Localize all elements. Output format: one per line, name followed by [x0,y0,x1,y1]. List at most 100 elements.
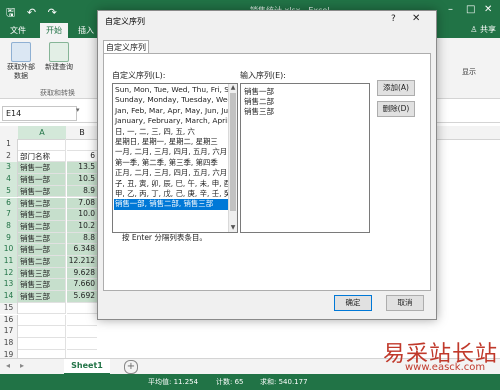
add-button[interactable]: 添加(A) [377,80,415,96]
column-header-b[interactable]: B [67,126,97,139]
get-external-data-button[interactable]: 获取外部数据 [4,42,38,81]
row-header[interactable]: 5 [0,185,18,198]
row-header[interactable]: 12 [0,267,18,280]
scroll-up-icon[interactable]: ▲ [229,84,237,91]
custom-list-item[interactable]: Sun, Mon, Tue, Wed, Thu, Fri, Sat [114,85,228,95]
cell-a[interactable]: 销售二部 [18,220,66,233]
tab-custom-lists[interactable]: 自定义序列 [103,40,149,54]
list-entries-label: 输入序列(E): [240,71,286,80]
add-sheet-button[interactable]: + [124,360,138,374]
custom-list-item[interactable]: 子, 丑, 寅, 卯, 辰, 巳, 午, 未, 申, 酉 [114,179,228,189]
cell-b[interactable]: 10.2 [67,220,97,233]
ok-button[interactable]: 确定 [334,295,372,311]
maximize-icon[interactable]: □ [466,4,475,15]
cell-a[interactable] [18,326,66,338]
row-header[interactable]: 9 [0,232,18,245]
scroll-down-icon[interactable]: ▼ [229,224,237,231]
cell-b[interactable]: 7.08 [67,197,97,210]
cell-a[interactable] [18,139,66,151]
name-box[interactable]: E14 [2,106,77,121]
cell-b[interactable]: 8.9 [67,185,97,198]
table-icon [49,42,69,62]
cell-b[interactable] [67,139,97,151]
cell-a[interactable]: 销售二部 [18,209,66,221]
cell-a[interactable]: 销售二部 [18,232,66,245]
cell-a[interactable]: 销售一部 [18,185,66,198]
cell-b[interactable]: 10.5 [67,174,97,186]
cell-b[interactable]: 6.348 [67,244,97,256]
cell-b[interactable]: 9.628 [67,267,97,280]
row-header[interactable]: 4 [0,174,18,186]
cell-b[interactable] [67,326,97,338]
custom-list-item[interactable]: 一月, 二月, 三月, 四月, 五月, 六月 [114,147,228,157]
cell-a[interactable]: 部门名称 [18,150,66,163]
cell-b[interactable]: 6 [67,151,97,163]
cell-b[interactable]: 5.692 [67,291,97,303]
delete-button[interactable]: 删除(D) [377,101,415,117]
show-label[interactable]: 显示 [462,68,476,77]
row-header[interactable]: 8 [0,220,18,233]
share-button[interactable]: ♙ 共享 [470,24,496,35]
dialog-close-icon[interactable]: ✕ [412,13,420,24]
quick-access-toolbar[interactable]: 🖫 ↶ ↷ [6,4,61,23]
row-header[interactable]: 16 [0,314,18,327]
custom-list-item[interactable]: January, February, March, April [114,116,228,126]
cell-a[interactable]: 销售一部 [18,244,66,256]
cell-b[interactable]: 12.212 [67,256,97,268]
custom-list-item[interactable]: Jan, Feb, Mar, Apr, May, Jun, Jul [114,106,228,116]
cell-b[interactable] [67,338,97,350]
help-icon[interactable]: ? [391,14,396,24]
row-header[interactable]: 11 [0,256,18,268]
list-entries-textarea[interactable]: 销售一部 销售二部 销售三部 [240,83,370,233]
database-icon [11,42,31,62]
scroll-left-icon[interactable]: ◂ [6,361,10,370]
cell-b[interactable]: 13.5 [67,162,97,175]
cell-a[interactable]: 销售三部 [18,267,66,280]
new-query-button[interactable]: 新建查询 [44,42,74,72]
sheet-tab[interactable]: Sheet1 [64,359,110,375]
cell-a[interactable]: 销售二部 [18,256,66,268]
cell-b[interactable]: 8.8 [67,232,97,245]
row-header[interactable]: 3 [0,162,18,175]
row-header[interactable]: 17 [0,326,18,338]
row-header[interactable]: 2 [0,150,18,163]
custom-list-item[interactable]: 日, 一, 二, 三, 四, 五, 六 [114,127,228,137]
cell-b[interactable] [67,315,97,327]
row-header[interactable]: 15 [0,302,18,315]
cancel-button[interactable]: 取消 [386,295,424,311]
custom-list-item[interactable]: 正月, 二月, 三月, 四月, 五月, 六月 [114,168,228,178]
row-header[interactable]: 13 [0,279,18,292]
minimize-icon[interactable]: – [448,4,453,15]
row-header[interactable]: 7 [0,209,18,221]
tab-file[interactable]: 文件 [10,25,26,36]
tab-insert[interactable]: 插入 [78,25,94,36]
custom-list-item[interactable]: 销售一部, 销售二部, 销售三部 [114,199,228,210]
cell-a[interactable] [18,337,66,350]
cell-b[interactable]: 10.0 [67,209,97,221]
cell-a[interactable]: 销售一部 [18,162,66,175]
row-header[interactable]: 6 [0,197,18,210]
custom-list-item[interactable]: 星期日, 星期一, 星期二, 星期三 [114,137,228,147]
close-icon[interactable]: ✕ [484,4,492,15]
cell-b[interactable]: 7.660 [67,279,97,292]
cell-a[interactable]: 销售三部 [18,291,66,303]
custom-list-item[interactable]: 第一季, 第二季, 第三季, 第四季 [114,158,228,168]
cell-a[interactable] [18,314,66,327]
list-scrollbar[interactable]: ▲ ▼ [228,84,237,232]
chevron-down-icon[interactable]: ▾ [76,106,80,114]
row-header[interactable]: 14 [0,291,18,303]
custom-lists-listbox[interactable]: 销售一部, 销售二部, 销售三部 甲, 乙, 丙, 丁, 戊, 己, 庚, 辛, … [112,83,238,233]
scroll-thumb[interactable] [230,93,236,211]
cell-a[interactable] [18,302,66,315]
row-header[interactable]: 10 [0,244,18,256]
cell-a[interactable]: 销售一部 [18,174,66,186]
scroll-right-icon[interactable]: ▸ [20,361,24,370]
cell-a[interactable]: 销售二部 [18,197,66,210]
row-header[interactable]: 18 [0,337,18,350]
custom-list-item[interactable]: 甲, 乙, 丙, 丁, 戊, 己, 庚, 辛, 壬, 癸 [114,189,228,199]
row-header[interactable]: 1 [0,139,18,151]
cell-b[interactable] [67,303,97,315]
custom-list-item[interactable]: Sunday, Monday, Tuesday, Wednesday [114,95,228,105]
cell-a[interactable]: 销售三部 [18,279,66,292]
column-header-a[interactable]: A [18,126,66,139]
